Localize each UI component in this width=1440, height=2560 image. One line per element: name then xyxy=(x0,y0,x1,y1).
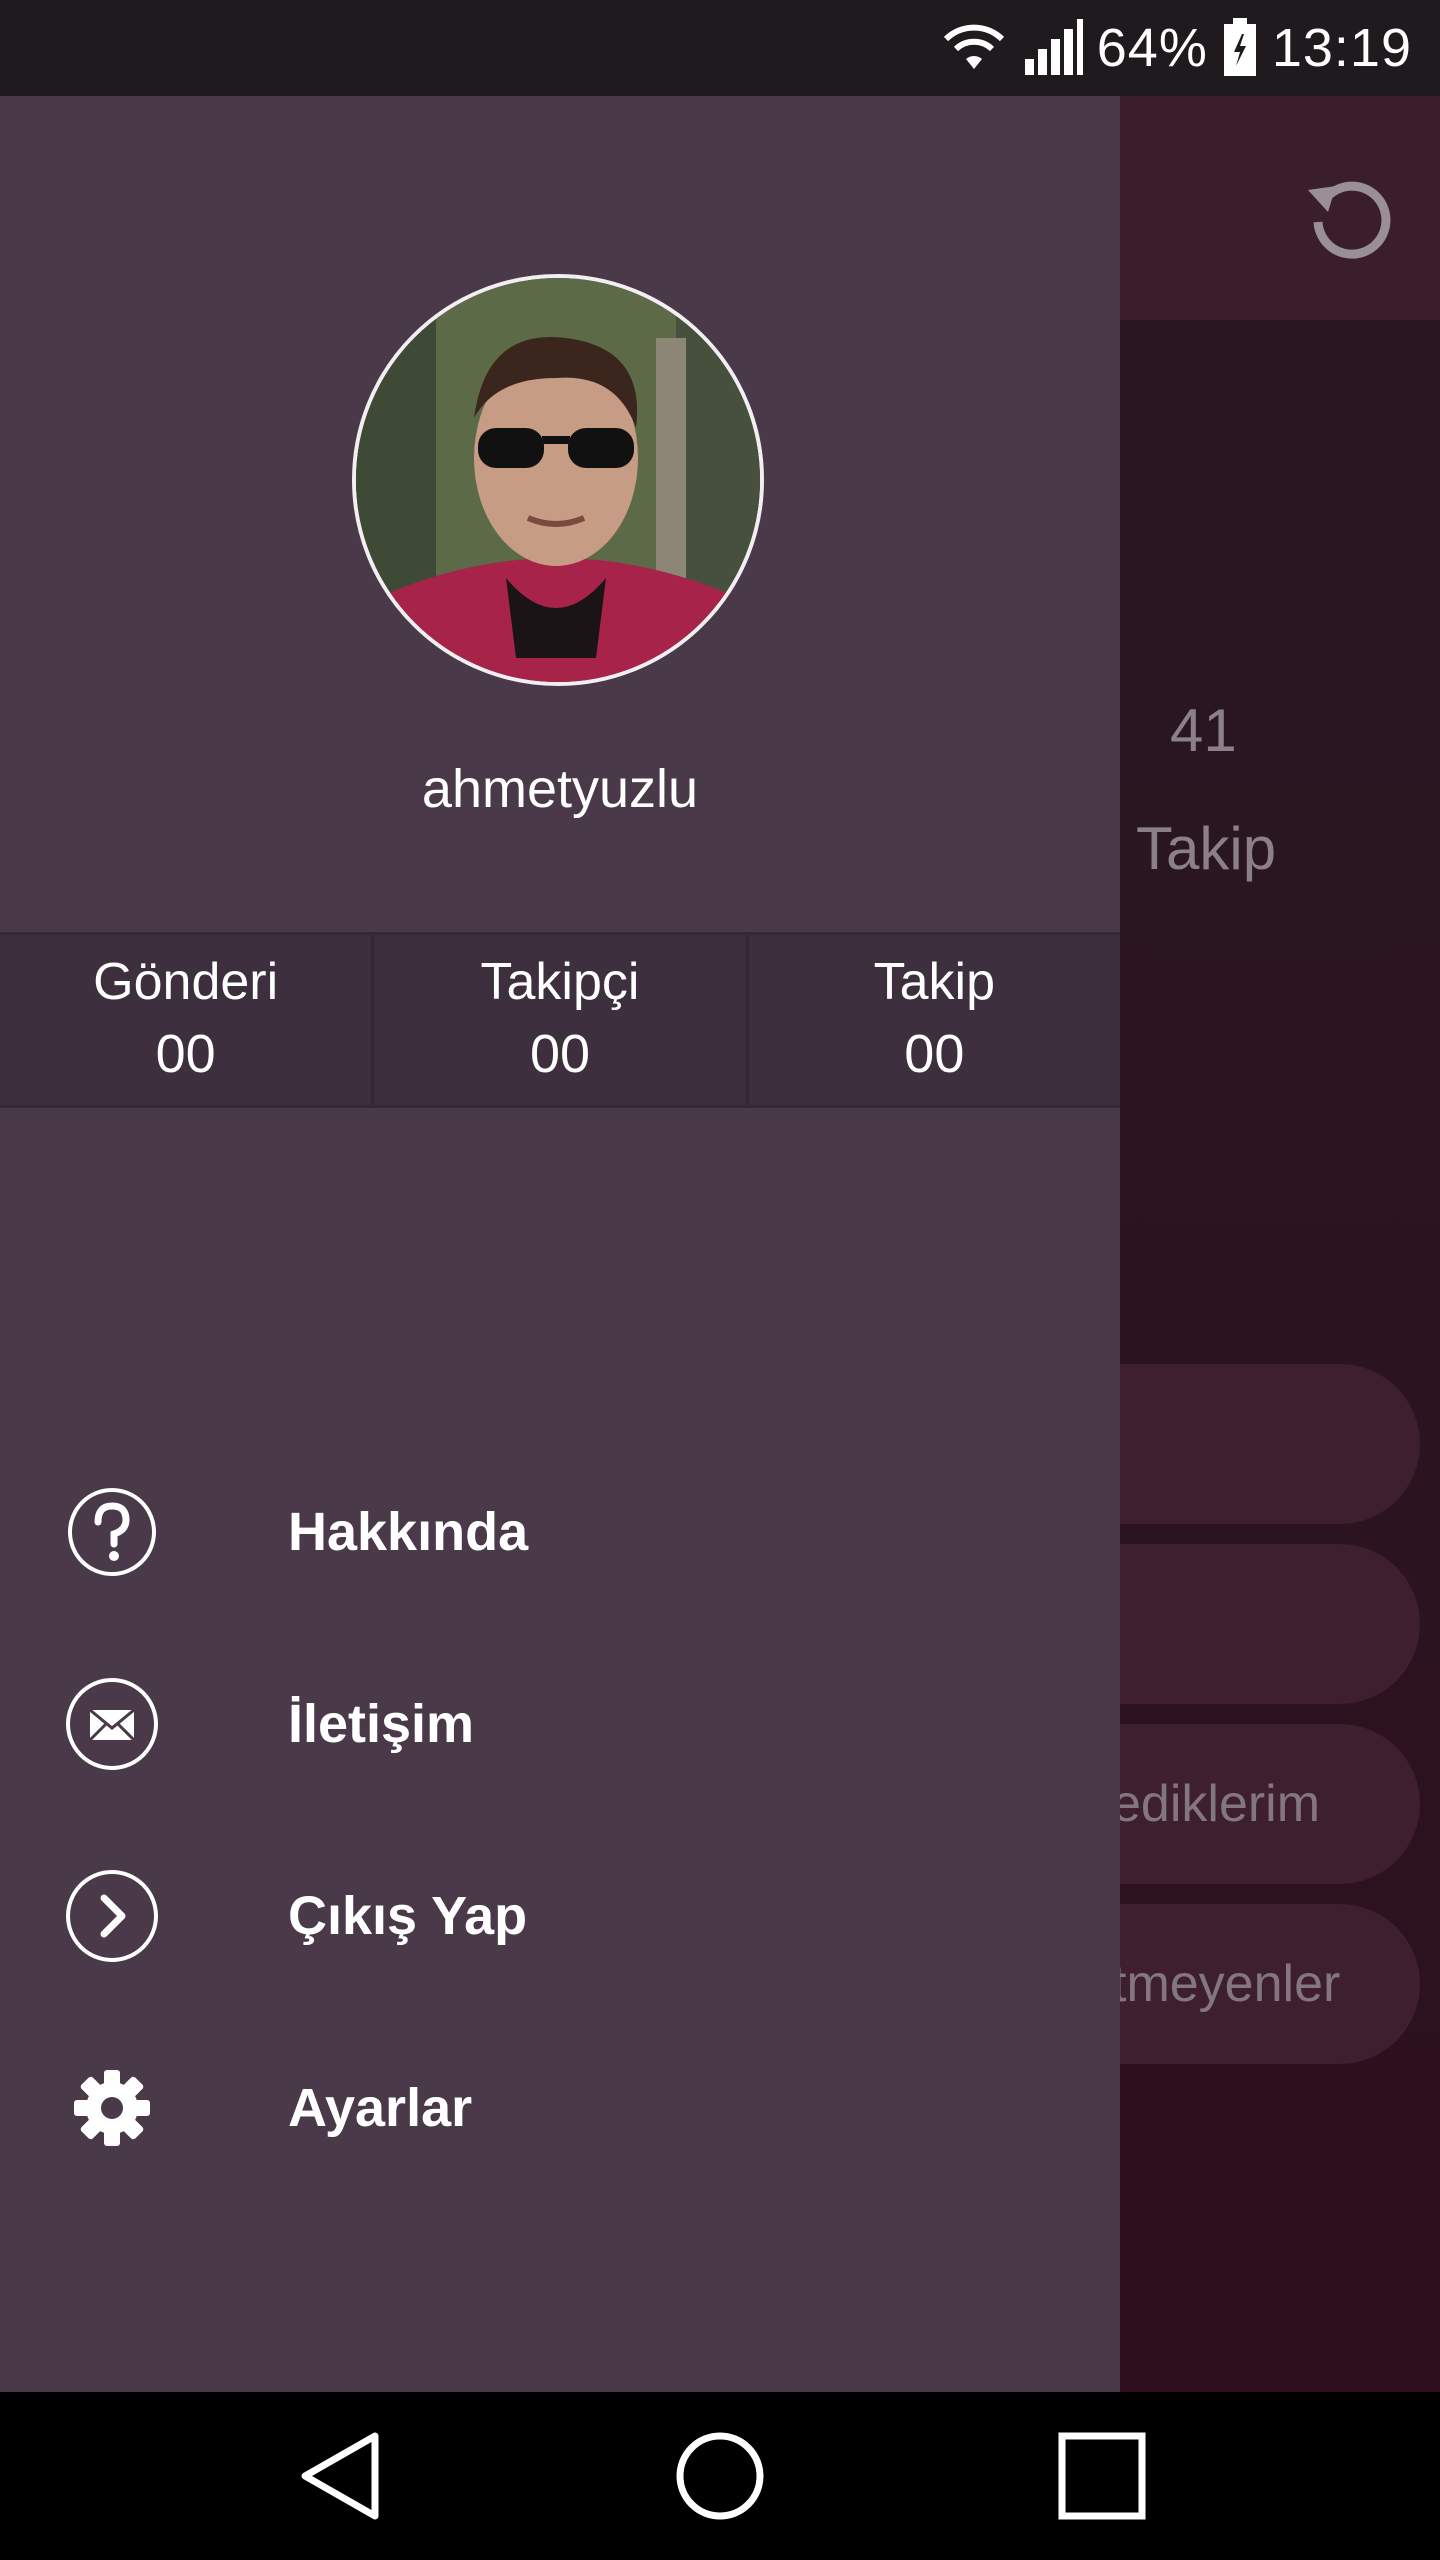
username: ahmetyuzlu xyxy=(421,759,699,819)
background-stat-value: 41 xyxy=(1170,697,1237,764)
menu-label: Hakkında xyxy=(288,1502,529,1562)
menu-item-about[interactable]: Hakkında xyxy=(0,1436,1120,1628)
logout-icon xyxy=(64,1868,160,1964)
status-bar: 64% 13:19 xyxy=(0,0,1440,96)
stat-value: 00 xyxy=(529,1024,591,1085)
battery-percent: 64% xyxy=(1096,18,1208,78)
navigation-drawer: ahmetyuzlu Gönderi 00 Takipçi 00 Takip 0… xyxy=(0,96,1120,2392)
status-items: 64% 13:19 xyxy=(939,0,1412,96)
settings-icon xyxy=(64,2060,160,2156)
menu-item-logout[interactable]: Çıkış Yap xyxy=(0,1820,1120,2012)
drawer-menu: Hakkında İletişim Çıkış Yap Ayarlar xyxy=(0,1436,1120,2204)
mail-icon xyxy=(64,1676,160,1772)
stat-label: Gönderi xyxy=(93,953,279,1012)
stat-label: Takip xyxy=(873,953,996,1012)
home-icon[interactable] xyxy=(670,2426,770,2526)
avatar[interactable] xyxy=(352,274,764,686)
menu-item-contact[interactable]: İletişim xyxy=(0,1628,1120,1820)
background-stat-label: Takip xyxy=(1136,815,1277,882)
recents-icon[interactable] xyxy=(1052,2426,1152,2526)
back-icon[interactable] xyxy=(290,2426,390,2526)
profile-stats: Gönderi 00 Takipçi 00 Takip 00 xyxy=(0,932,1120,1108)
stat-value: 00 xyxy=(155,1024,216,1085)
menu-label: Çıkış Yap xyxy=(288,1886,528,1946)
stat-value: 00 xyxy=(904,1024,965,1085)
help-icon xyxy=(64,1484,160,1580)
menu-label: Ayarlar xyxy=(288,2078,473,2138)
stat-following[interactable]: Takip 00 xyxy=(749,935,1120,1105)
stat-followers[interactable]: Takipçi 00 xyxy=(374,935,749,1105)
clock: 13:19 xyxy=(1271,18,1412,78)
stat-posts[interactable]: Gönderi 00 xyxy=(0,935,375,1105)
system-nav-bar xyxy=(0,2392,1440,2560)
wifi-icon xyxy=(939,23,1009,73)
refresh-icon[interactable] xyxy=(1298,166,1398,266)
menu-item-settings[interactable]: Ayarlar xyxy=(0,2012,1120,2204)
battery-icon xyxy=(1222,18,1258,78)
signal-icon xyxy=(1023,19,1083,77)
stat-label: Takipçi xyxy=(480,953,640,1012)
menu-label: İletişim xyxy=(288,1694,475,1754)
